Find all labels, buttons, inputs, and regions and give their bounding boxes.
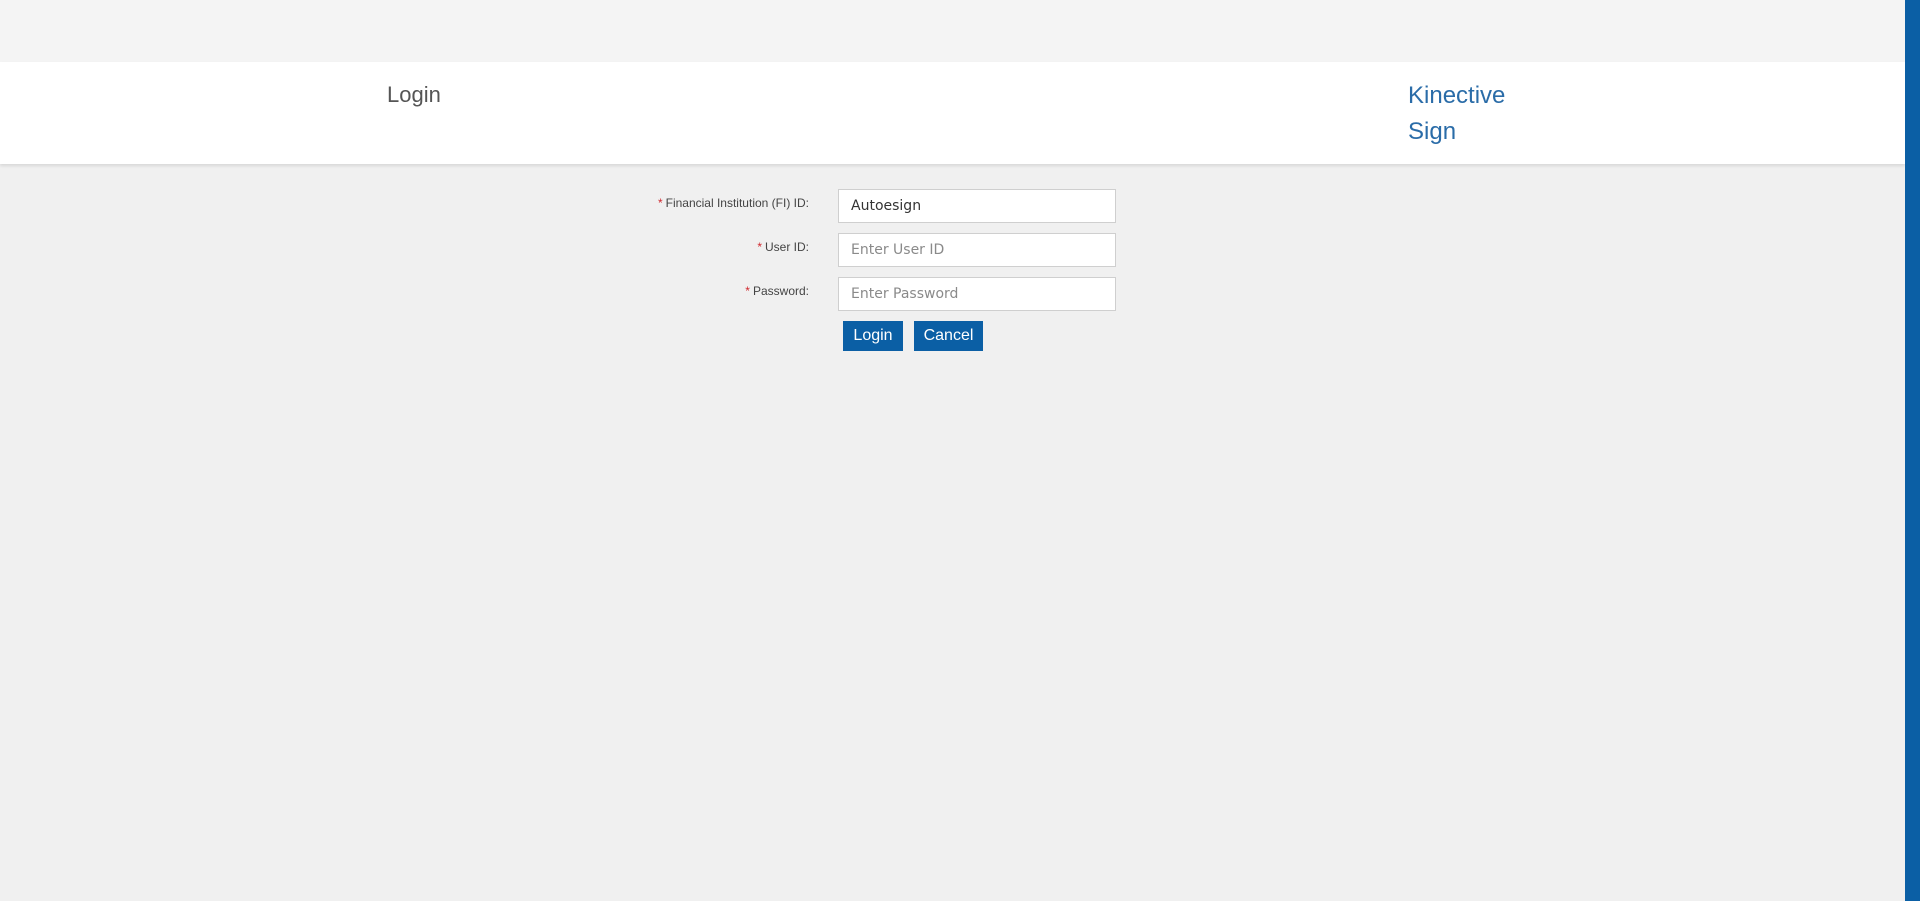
right-edge-bar xyxy=(1905,0,1920,901)
login-form: *Financial Institution (FI) ID: *User ID… xyxy=(0,0,1905,901)
password-label-text: Password: xyxy=(752,284,809,298)
user-id-input[interactable] xyxy=(838,233,1116,267)
required-marker: * xyxy=(757,240,762,254)
login-page: Login Kinective Sign * Financial Institut… xyxy=(0,0,1920,901)
required-marker: * xyxy=(657,196,663,210)
password-label: * Password: xyxy=(509,284,809,298)
user-id-label: * User ID: xyxy=(509,240,809,254)
password-input[interactable] xyxy=(838,277,1116,311)
fi-id-input[interactable] xyxy=(838,189,1116,223)
required-marker: * xyxy=(745,284,750,298)
login-button[interactable]: Login xyxy=(843,321,903,351)
fi-id-label: * Financial Institution (FI) ID: xyxy=(509,196,809,210)
fi-id-label-text: Financial Institution (FI) ID: xyxy=(665,196,809,210)
cancel-button[interactable]: Cancel xyxy=(914,321,983,351)
user-id-label-text: User ID: xyxy=(764,240,809,254)
